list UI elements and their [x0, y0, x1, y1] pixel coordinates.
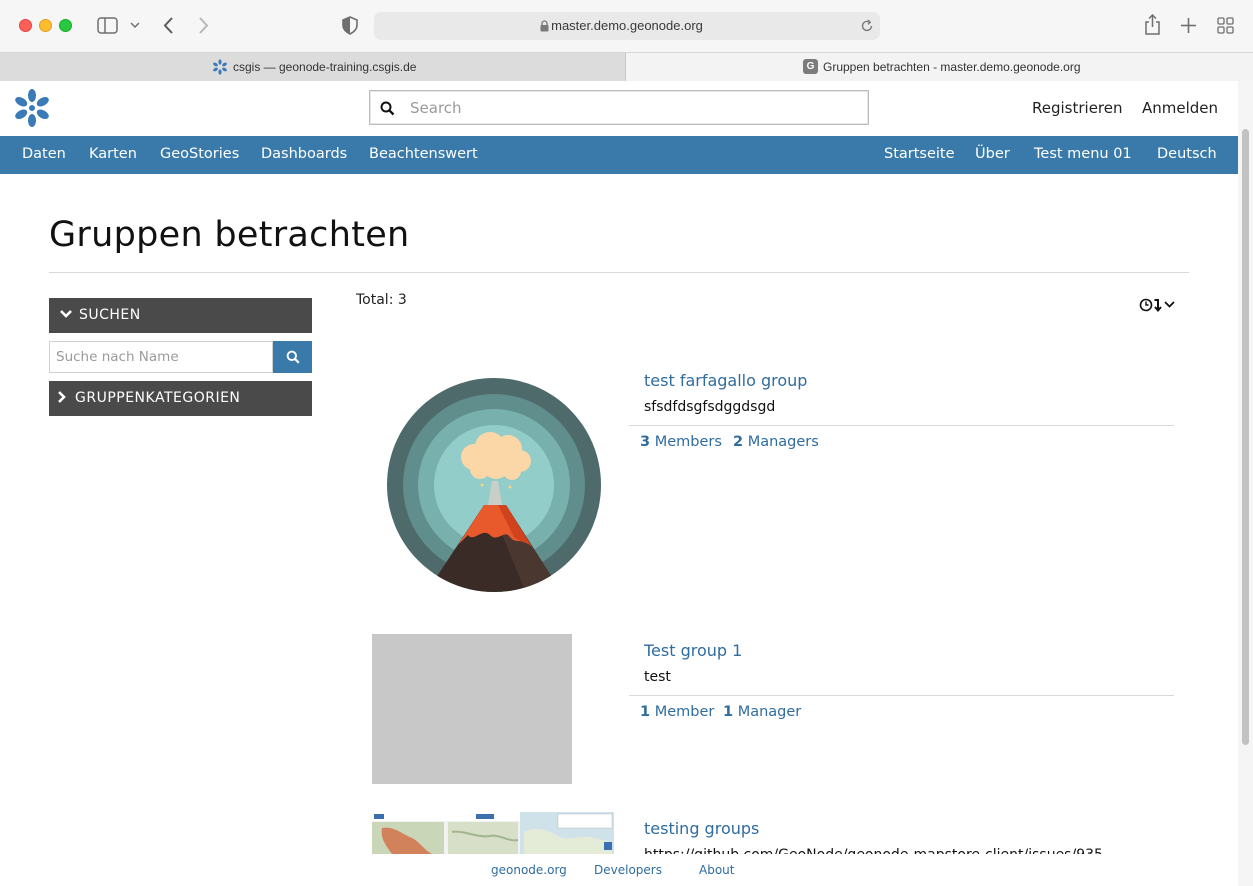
- privacy-shield-icon[interactable]: [342, 16, 358, 35]
- clock-icon: [1139, 298, 1153, 312]
- nav-item-daten[interactable]: Daten: [22, 146, 66, 162]
- members-count: 3: [640, 434, 651, 450]
- sidebar-toggle-icon[interactable]: [97, 17, 118, 34]
- managers-count: 1: [723, 704, 734, 720]
- chevron-right-icon: [58, 391, 66, 403]
- nav-item-language[interactable]: Deutsch: [1157, 146, 1217, 162]
- chevron-down-icon: [60, 310, 72, 318]
- g-favicon-icon: G: [803, 59, 818, 74]
- tab-gruppen[interactable]: G Gruppen betrachten - master.demo.geono…: [626, 53, 1253, 81]
- close-window-button[interactable]: [19, 19, 32, 32]
- scrollbar-thumb[interactable]: [1242, 129, 1249, 745]
- minimize-window-button[interactable]: [39, 19, 52, 32]
- main-navbar: Daten Karten GeoStories Dashboards Beach…: [0, 136, 1238, 174]
- group-logo-volcano[interactable]: [386, 377, 602, 593]
- nav-item-test-menu[interactable]: Test menu 01: [1034, 146, 1132, 162]
- page-title: Gruppen betrachten: [49, 215, 410, 255]
- categories-panel-header[interactable]: GRUPPENKATEGORIEN: [49, 381, 312, 416]
- search-panel-label: SUCHEN: [79, 307, 141, 323]
- nav-item-ueber[interactable]: Über: [975, 146, 1010, 162]
- geonode-favicon-icon: [213, 59, 227, 75]
- group-logo-screenshot[interactable]: [372, 812, 614, 854]
- nav-item-karten[interactable]: Karten: [89, 146, 137, 162]
- search-input[interactable]: [410, 98, 850, 118]
- group-description: test: [644, 669, 671, 685]
- categories-panel-label: GRUPPENKATEGORIEN: [75, 390, 241, 406]
- group-description: sfsdfdsgfsdggdsgd: [644, 399, 776, 415]
- browser-toolbar: master.demo.geonode.org: [0, 0, 1253, 52]
- forward-icon[interactable]: [198, 16, 210, 35]
- reload-icon[interactable]: [860, 19, 874, 33]
- tab-csgis[interactable]: csgis — geonode-training.csgis.de: [0, 53, 626, 81]
- tab-title: Gruppen betrachten - master.demo.geonode…: [823, 60, 1081, 74]
- managers-count: 2: [733, 434, 744, 450]
- address-bar[interactable]: master.demo.geonode.org: [374, 12, 880, 40]
- search-field[interactable]: [369, 90, 869, 125]
- login-link[interactable]: Anmelden: [1142, 99, 1218, 117]
- footer: geonode.org Developers About: [0, 854, 1238, 886]
- share-icon[interactable]: [1144, 14, 1161, 35]
- divider: [49, 272, 1189, 273]
- nav-item-startseite[interactable]: Startseite: [884, 146, 955, 162]
- footer-link-geonode[interactable]: geonode.org: [491, 863, 567, 877]
- nav-item-beachtenswert[interactable]: Beachtenswert: [369, 146, 478, 162]
- geonode-logo-icon[interactable]: [12, 88, 52, 128]
- name-filter-input[interactable]: [56, 348, 266, 366]
- group-title[interactable]: test farfagallo group: [644, 371, 807, 390]
- new-tab-icon[interactable]: [1181, 18, 1196, 33]
- back-icon[interactable]: [162, 16, 174, 35]
- group-managers-link[interactable]: 2 Managers: [733, 434, 819, 450]
- divider: [629, 695, 1174, 696]
- group-members-link[interactable]: 3 Members: [640, 434, 722, 450]
- name-filter-search-button[interactable]: [273, 341, 312, 373]
- search-icon: [380, 101, 395, 116]
- group-title[interactable]: testing groups: [644, 819, 759, 838]
- chevron-down-icon: [1164, 301, 1175, 308]
- register-link[interactable]: Registrieren: [1032, 99, 1123, 117]
- name-filter-field[interactable]: [49, 341, 273, 373]
- divider: [629, 425, 1174, 426]
- managers-label: Manager: [737, 704, 802, 720]
- search-panel-header[interactable]: SUCHEN: [49, 298, 312, 333]
- group-title[interactable]: Test group 1: [644, 641, 742, 660]
- sort-arrow-icon: [1154, 299, 1162, 313]
- site-header: Registrieren Anmelden: [0, 81, 1238, 136]
- scrollbar[interactable]: [1238, 81, 1253, 886]
- chevron-down-icon[interactable]: [130, 22, 140, 29]
- group-logo-placeholder[interactable]: [372, 634, 572, 784]
- footer-link-developers[interactable]: Developers: [594, 863, 662, 877]
- group-members-link[interactable]: 1 Member: [640, 704, 714, 720]
- members-label: Member: [654, 704, 715, 720]
- nav-item-dashboards[interactable]: Dashboards: [261, 146, 347, 162]
- sort-control[interactable]: [1138, 295, 1182, 315]
- address-url: master.demo.geonode.org: [551, 18, 703, 33]
- zoom-window-button[interactable]: [59, 19, 72, 32]
- tab-overview-icon[interactable]: [1217, 17, 1234, 34]
- members-label: Members: [654, 434, 722, 450]
- nav-item-geostories[interactable]: GeoStories: [160, 146, 239, 162]
- tab-title: csgis — geonode-training.csgis.de: [233, 60, 417, 74]
- footer-link-about[interactable]: About: [699, 863, 734, 877]
- search-icon: [286, 350, 300, 364]
- members-count: 1: [640, 704, 651, 720]
- group-managers-link[interactable]: 1 Manager: [723, 704, 801, 720]
- web-page: Registrieren Anmelden Daten Karten GeoSt…: [0, 81, 1238, 886]
- total-count: Total: 3: [356, 292, 407, 308]
- managers-label: Managers: [747, 434, 819, 450]
- tab-bar: csgis — geonode-training.csgis.de G Grup…: [0, 52, 1253, 81]
